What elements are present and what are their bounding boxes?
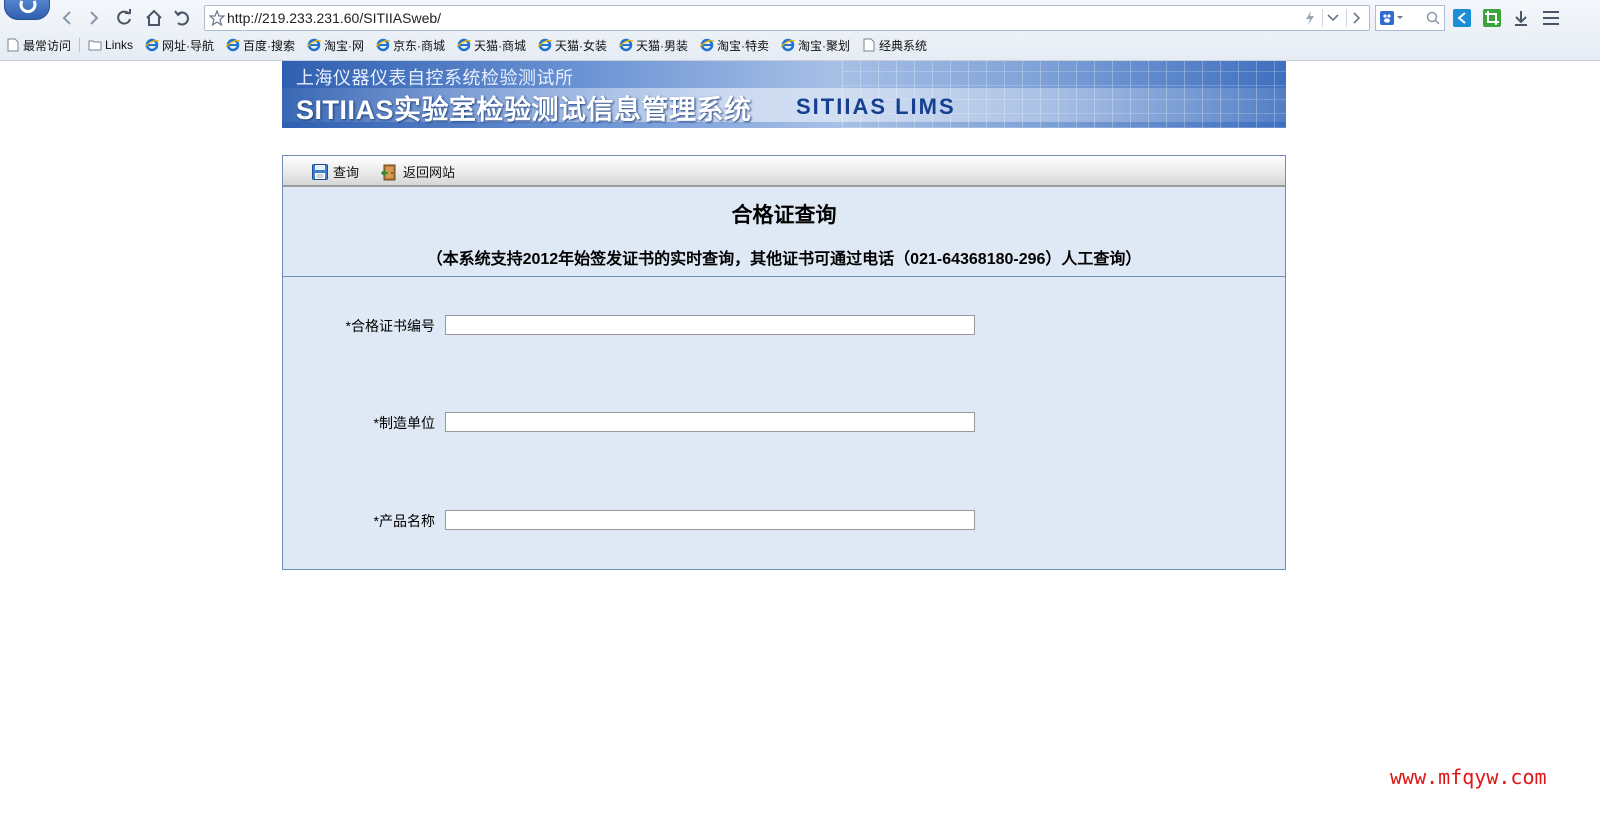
- back-to-site-button[interactable]: 返回网站: [380, 162, 456, 181]
- ie-icon: [619, 38, 634, 52]
- manufacturer-label: *制造单位: [373, 415, 435, 431]
- search-icon[interactable]: [1426, 11, 1440, 29]
- star-icon[interactable]: [208, 9, 226, 30]
- watermark-text: www.mfqyw.com: [1390, 765, 1547, 789]
- address-bar[interactable]: [204, 5, 1370, 31]
- bookmark-label: 最常访问: [23, 38, 72, 53]
- bookmark-label: Links: [105, 38, 134, 52]
- refresh-button[interactable]: [112, 6, 136, 30]
- browser-logo-button[interactable]: [4, 0, 50, 20]
- bookmark-label: 天猫·商城: [474, 38, 527, 53]
- ie-icon: [145, 38, 160, 52]
- download-button[interactable]: [1510, 7, 1532, 29]
- bookmark-label: 淘宝·聚划: [798, 38, 851, 53]
- form-heading: 合格证查询 （本系统支持2012年始签发证书的实时查询，其他证书可通过电话（02…: [283, 189, 1285, 277]
- screenshot-button[interactable]: [1481, 7, 1503, 29]
- ie-icon: [457, 38, 472, 52]
- exit-door-icon: [380, 163, 399, 181]
- undo-icon: [174, 10, 189, 26]
- ie-icon: [307, 38, 322, 52]
- ie-icon: [538, 38, 553, 52]
- bookmark-label: 淘宝·网: [324, 38, 365, 53]
- bookmark-item[interactable]: 经典系统: [862, 37, 927, 54]
- back-to-site-label: 返回网站: [403, 165, 456, 180]
- bookmark-label: 天猫·男装: [636, 38, 689, 53]
- banner-title: SITIIAS实验室检验测试信息管理系统: [296, 95, 752, 125]
- banner-org-name: 上海仪器仪表自控系统检验测试所: [296, 68, 574, 88]
- search-engine-paw-icon[interactable]: [1380, 10, 1404, 30]
- bookmark-item[interactable]: 淘宝·特卖: [700, 37, 769, 54]
- bookmarks-bar: 最常访问 Links 网址·导航 百度·搜索 淘宝·网 京东·商城 天猫·商城: [0, 35, 1600, 55]
- chevron-left-icon: [62, 11, 71, 25]
- menu-button[interactable]: [1540, 7, 1562, 29]
- lightning-icon[interactable]: [1300, 9, 1320, 27]
- ie-icon: [781, 38, 796, 52]
- bookmark-label: 网址·导航: [162, 38, 215, 53]
- browser-chrome: 最常访问 Links 网址·导航 百度·搜索 淘宝·网 京东·商城 天猫·商城: [0, 0, 1600, 61]
- manufacturer-input[interactable]: [445, 412, 975, 432]
- hamburger-menu-icon: [1543, 11, 1559, 25]
- form-title: 合格证查询: [731, 204, 837, 227]
- form-note: （本系统支持2012年始签发证书的实时查询，其他证书可通过电话（021-6436…: [426, 251, 1142, 268]
- bookmark-item[interactable]: 天猫·女装: [538, 37, 607, 54]
- dropdown-chevron-icon[interactable]: [1322, 9, 1342, 27]
- bookmark-item[interactable]: 网址·导航: [145, 37, 214, 54]
- bookmark-separator: [79, 38, 81, 52]
- certificate-number-label: *合格证书编号: [345, 318, 435, 334]
- share-button[interactable]: [1451, 7, 1473, 29]
- certificate-query-panel: 查询 返回网站 合格证查询 （本系统支持2012年始签发证书的实时查询，其他证书…: [282, 155, 1286, 570]
- bookmark-label: 京东·商城: [393, 38, 446, 53]
- search-box[interactable]: [1375, 5, 1445, 31]
- browser-logo-icon: [19, 0, 37, 14]
- bookmark-item[interactable]: 天猫·商城: [457, 37, 526, 54]
- bookmark-item[interactable]: 淘宝·聚划: [781, 37, 850, 54]
- bookmark-item[interactable]: Links: [88, 38, 133, 52]
- bookmark-label: 天猫·女装: [555, 38, 608, 53]
- go-arrow-icon[interactable]: [1346, 9, 1366, 27]
- chevron-right-icon: [90, 11, 99, 25]
- forward-button[interactable]: [82, 6, 106, 30]
- product-name-input[interactable]: [445, 510, 975, 530]
- query-button-label: 查询: [333, 165, 360, 180]
- refresh-icon: [117, 9, 131, 25]
- crop-icon: [1483, 9, 1501, 27]
- ie-icon: [700, 38, 715, 52]
- site-banner: 上海仪器仪表自控系统检验测试所 SITIIAS实验室检验测试信息管理系统 SIT…: [282, 61, 1286, 128]
- save-disk-icon: [311, 163, 329, 181]
- url-input[interactable]: [227, 8, 1287, 28]
- bookmark-label: 淘宝·特卖: [717, 38, 770, 53]
- undo-close-button[interactable]: [170, 6, 194, 30]
- home-button[interactable]: [142, 6, 166, 30]
- bookmark-item[interactable]: 京东·商城: [376, 37, 445, 54]
- bookmark-item[interactable]: 天猫·男装: [619, 37, 688, 54]
- page-icon: [862, 38, 876, 52]
- query-button[interactable]: 查询: [311, 162, 359, 181]
- download-icon: [1515, 11, 1527, 26]
- share-icon: [1453, 9, 1471, 27]
- banner-title-en: SITIIAS LIMS: [796, 94, 956, 119]
- home-icon: [146, 9, 162, 26]
- ie-icon: [376, 38, 391, 52]
- back-button[interactable]: [55, 6, 79, 30]
- bookmark-item[interactable]: 百度·搜索: [226, 37, 295, 54]
- certificate-number-input[interactable]: [445, 315, 975, 335]
- product-name-label: *产品名称: [373, 513, 435, 529]
- bookmark-item[interactable]: 淘宝·网: [307, 37, 364, 54]
- bookmark-label: 经典系统: [879, 38, 928, 53]
- folder-icon: [88, 38, 102, 52]
- bookmark-label: 百度·搜索: [243, 38, 296, 53]
- page-icon: [6, 38, 20, 52]
- bookmark-item[interactable]: 最常访问: [6, 37, 71, 54]
- ie-icon: [226, 38, 241, 52]
- toolbar: 查询 返回网站: [283, 156, 1285, 187]
